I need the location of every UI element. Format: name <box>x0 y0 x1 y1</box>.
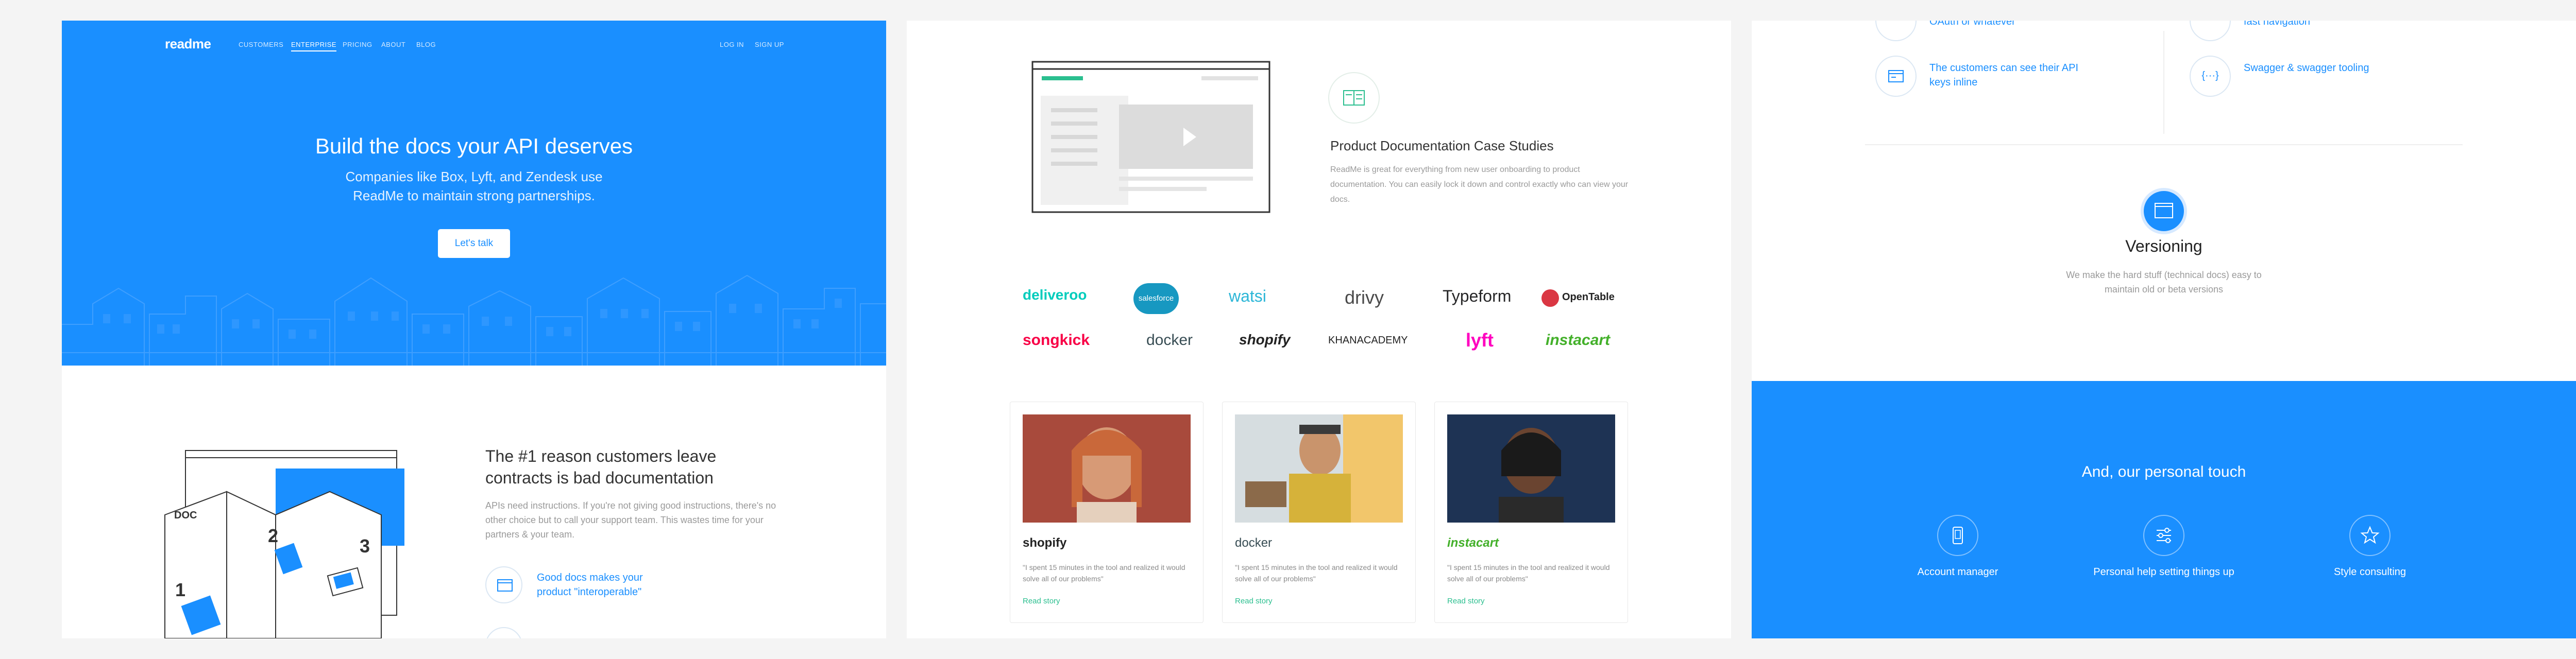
hero-subtitle: Companies like Box, Lyft, and Zendesk us… <box>345 169 603 203</box>
read-story-link[interactable]: Read story <box>1023 597 1060 605</box>
versioning-body: We make the hard stuff (technical docs) … <box>2066 270 2262 294</box>
story-brand: instacart <box>1447 536 1499 550</box>
nav-blog[interactable]: BLOG <box>416 41 436 48</box>
city-skyline-illustration <box>62 274 886 366</box>
case-studies-title: Product Documentation Case Studies <box>1330 138 1554 153</box>
star-icon <box>2349 515 2391 556</box>
reason-body: APIs need instructions. If you're not gi… <box>485 500 776 540</box>
navigation-feature: fast navigation <box>2244 21 2310 27</box>
logo-deliveroo: deliveroo <box>1023 287 1087 303</box>
personal-touch-title: And, our personal touch <box>2081 463 2246 480</box>
logo-opentable: OpenTable <box>1562 291 1615 303</box>
customer-photo <box>1447 414 1615 523</box>
swagger-feature: Swagger & swagger tooling <box>2244 62 2369 74</box>
step-2: 2 <box>268 525 279 546</box>
nav-pricing[interactable]: PRICING <box>343 41 372 48</box>
customer-photo <box>1023 414 1191 523</box>
personal-help-item: Personal help setting things up <box>2071 515 2257 578</box>
step-3: 3 <box>360 535 370 557</box>
case-studies-body: ReadMe is great for everything from new … <box>1330 165 1629 204</box>
nav-customers[interactable]: CUSTOMERS <box>239 41 283 48</box>
nav-signup[interactable]: SIGN UP <box>755 41 784 48</box>
nav-about[interactable]: ABOUT <box>381 41 405 48</box>
logo-salesforce: salesforce <box>1138 294 1174 303</box>
style-consulting-item: Style consulting <box>2308 515 2432 578</box>
logo-lyft: lyft <box>1466 330 1494 351</box>
story-card[interactable]: instacart "I spent 15 minutes in the too… <box>1434 402 1628 623</box>
swagger-icon: {···} <box>2190 56 2231 97</box>
hero-section: readme CUSTOMERS ENTERPRISE PRICING ABOU… <box>62 21 886 366</box>
feature-divider <box>2163 31 2164 134</box>
logo-salesforce-cloud: salesforce <box>1133 283 1179 314</box>
landing-panel: readme CUSTOMERS ENTERPRISE PRICING ABOU… <box>62 21 886 638</box>
top-nav: readme CUSTOMERS ENTERPRISE PRICING ABOU… <box>62 36 886 51</box>
readme-logo[interactable]: readme <box>165 36 211 52</box>
logo-docker: docker <box>1146 332 1193 349</box>
step-1: 1 <box>175 579 186 600</box>
swagger-glyph: {···} <box>2201 70 2219 81</box>
hero-title: Build the docs your API deserves <box>315 134 633 158</box>
features-panel: OAuth or whatever fast navigation The cu… <box>1752 21 2576 638</box>
logo-watsi: watsi <box>1229 287 1266 305</box>
oauth-icon <box>1875 21 1917 41</box>
reason-title: The #1 reason customers leave contracts … <box>485 447 717 487</box>
style-consulting-label: Style consulting <box>2333 566 2406 578</box>
api-keys-feature: The customers can see their API keys inl… <box>1929 62 2079 88</box>
interoperable-icon <box>485 566 522 603</box>
personal-touch-section: And, our personal touch Account manager … <box>1752 381 2576 638</box>
oauth-feature: OAuth or whatever <box>1929 21 2015 27</box>
personal-help-label: Personal help setting things up <box>2093 566 2234 578</box>
doc-label: DOC <box>174 510 197 521</box>
story-quote: "I spent 15 minutes in the tool and real… <box>1447 563 1610 583</box>
customer-photo <box>1235 414 1403 523</box>
logo-instacart: instacart <box>1546 332 1611 349</box>
story-quote: "I spent 15 minutes in the tool and real… <box>1235 563 1398 583</box>
logo-khanacademy: KHANACADEMY <box>1328 335 1408 346</box>
story-quote: "I spent 15 minutes in the tool and real… <box>1023 563 1185 583</box>
nav-enterprise[interactable]: ENTERPRISE <box>291 41 337 51</box>
navigation-icon <box>2190 21 2231 41</box>
next-feature-icon <box>485 627 522 638</box>
sliders-icon <box>2143 515 2184 556</box>
phone-icon <box>1937 515 1978 556</box>
account-manager-label: Account manager <box>1917 566 1998 578</box>
section-divider <box>1865 144 2463 145</box>
case-study-doc-icon <box>1328 72 1380 124</box>
docs-illustration <box>164 450 404 638</box>
logo-shopify: shopify <box>1239 332 1291 348</box>
api-keys-icon <box>1875 56 1917 97</box>
logo-typeform: Typeform <box>1443 287 1512 305</box>
story-brand: docker <box>1235 536 1273 550</box>
read-story-link[interactable]: Read story <box>1447 597 1485 605</box>
story-card[interactable]: docker "I spent 15 minutes in the tool a… <box>1222 402 1416 623</box>
story-card[interactable]: shopify "I spent 15 minutes in the tool … <box>1010 402 1204 623</box>
versioning-icon <box>2141 188 2187 234</box>
read-story-link[interactable]: Read story <box>1235 597 1273 605</box>
nav-login[interactable]: LOG IN <box>720 41 744 48</box>
opentable-mark-icon <box>1541 289 1559 307</box>
logo-songkick: songkick <box>1023 332 1090 349</box>
account-manager-item: Account manager <box>1896 515 2020 578</box>
interoperable-link[interactable]: Good docs makes your product "interopera… <box>537 570 671 599</box>
logo-drivy: drivy <box>1345 287 1384 308</box>
story-brand: shopify <box>1023 536 1067 550</box>
versioning-title: Versioning <box>2125 237 2202 255</box>
case-studies-panel: Product Documentation Case Studies ReadM… <box>907 21 1731 638</box>
browser-video-illustration <box>1031 61 1270 213</box>
